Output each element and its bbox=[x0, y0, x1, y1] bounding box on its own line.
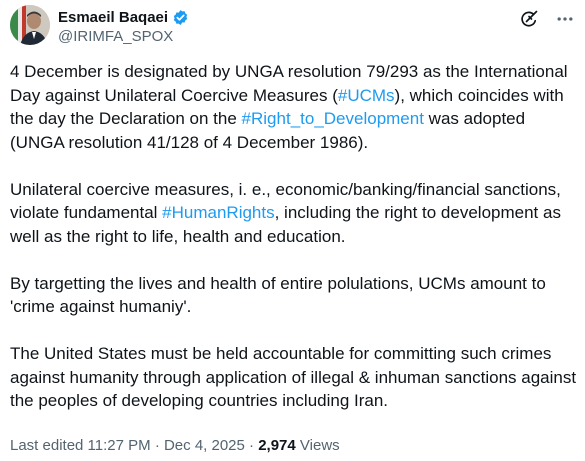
tweet-paragraph-3: By targetting the lives and health of en… bbox=[10, 273, 546, 317]
display-name[interactable]: Esmaeil Baqaei bbox=[58, 9, 168, 26]
tweet-card: Esmaeil Baqaei @IRIMFA_SPOX 4 December i… bbox=[0, 0, 585, 461]
handle[interactable]: @IRIMFA_SPOX bbox=[58, 28, 173, 45]
edited-timestamp[interactable]: Last edited 11:27 PM · Dec 4, 2025 · bbox=[10, 437, 258, 454]
grok-icon[interactable] bbox=[519, 9, 539, 29]
header-actions bbox=[503, 9, 575, 29]
views-label: Views bbox=[295, 437, 340, 454]
verified-badge-icon bbox=[172, 9, 189, 26]
more-icon[interactable] bbox=[555, 9, 575, 29]
name-row: Esmaeil Baqaei bbox=[58, 9, 189, 26]
tweet-body: 4 December is designated by UNGA resolut… bbox=[10, 60, 580, 413]
tweet-header: Esmaeil Baqaei @IRIMFA_SPOX bbox=[10, 5, 575, 49]
tweet-paragraph-4: The United States must be held accountab… bbox=[10, 344, 577, 410]
views-count: 2,974 bbox=[258, 437, 296, 454]
hashtag-humanrights-link[interactable]: #HumanRights bbox=[162, 203, 274, 222]
tweet-meta: Last edited 11:27 PM · Dec 4, 2025 · 2,9… bbox=[10, 437, 340, 454]
tweet-paragraph-1: 4 December is designated by UNGA resolut… bbox=[10, 60, 580, 154]
avatar[interactable] bbox=[10, 5, 50, 45]
hashtag-ucms-link[interactable]: #UCMs bbox=[338, 86, 395, 105]
tweet-paragraph-2: Unilateral coercive measures, i. e., eco… bbox=[10, 178, 580, 249]
hashtag-right-to-development-link[interactable]: #Right_to_Development bbox=[242, 109, 424, 128]
